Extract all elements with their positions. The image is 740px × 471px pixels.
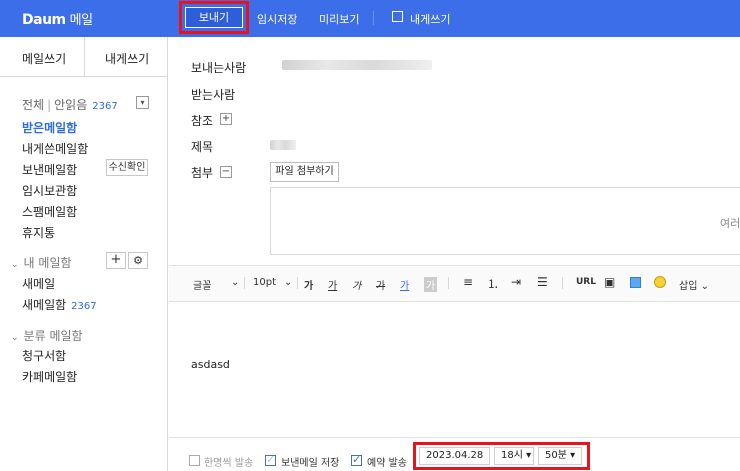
subject-redacted <box>270 140 296 150</box>
caret-down-icon: ▾ <box>522 450 532 461</box>
align-left-icon[interactable]: ≡ <box>463 275 473 289</box>
font-color-icon[interactable]: 가 <box>400 277 409 292</box>
my-mailbox-title: 내 메일함 <box>23 256 72 270</box>
attachment-drop-area[interactable] <box>270 187 740 255</box>
table-icon[interactable] <box>630 277 641 288</box>
editor-body[interactable] <box>169 303 740 436</box>
font-size-select[interactable]: 10pt <box>253 277 276 288</box>
tab-write-mail[interactable]: 메일쓰기 <box>22 50 66 67</box>
hour-value: 18시 <box>501 450 523 461</box>
body-text: asdasd <box>191 358 230 371</box>
chevron-down-icon[interactable]: ⌄ <box>284 277 292 288</box>
preview-button[interactable]: 미리보기 <box>319 11 359 27</box>
collapse-icon[interactable]: − <box>220 166 232 178</box>
strikethrough-icon[interactable]: 가 <box>376 277 385 292</box>
minute-value: 50분 <box>545 450 567 461</box>
save-draft-button[interactable]: 임시저장 <box>257 11 297 27</box>
filter-row: 전체 | 안읽음 2367 <box>22 96 118 113</box>
sidebar-item-inbox[interactable]: 받은메일함 <box>22 119 77 136</box>
self-write-label[interactable]: 내게쓰기 <box>410 11 450 27</box>
cc-input[interactable] <box>270 107 740 131</box>
top-bar: Daum 메일 <box>0 0 740 37</box>
filter-unread[interactable]: 안읽음 <box>54 98 87 112</box>
bold-icon[interactable]: 가 <box>304 277 313 292</box>
minute-select[interactable]: 50분 ▾ <box>538 447 582 465</box>
attach-file-button[interactable]: 파일 첨부하기 <box>270 162 339 182</box>
sidebar-item-bills[interactable]: 청구서함 <box>22 347 66 364</box>
ordered-list-icon[interactable]: ⒈ <box>487 275 499 292</box>
caret-down-icon: ▾ <box>566 450 576 461</box>
caret-down-icon: ⌄ <box>11 333 19 343</box>
service-name: 메일 <box>69 13 93 28</box>
italic-icon[interactable]: 가 <box>352 277 361 292</box>
sidebar-item-trash[interactable]: 휴지통 <box>22 224 55 241</box>
insert-label: 삽입 <box>679 281 698 292</box>
sidebar-tabs: 메일쓰기 내게쓰기 <box>0 37 167 77</box>
save-sent-label[interactable]: 보낸메일 저장 <box>281 454 339 469</box>
underline-icon[interactable]: 가 <box>328 277 337 292</box>
cc-expand-icon[interactable]: + <box>220 113 232 125</box>
read-receipt-button[interactable]: 수신확인 <box>106 159 148 176</box>
subject-input[interactable] <box>300 133 740 157</box>
add-mailbox-icon[interactable]: + <box>106 252 126 269</box>
individual-send-checkbox[interactable] <box>189 455 200 466</box>
sidebar-item-new-mailbox[interactable]: 새메일함 2367 <box>22 296 97 313</box>
sidebar-item-self-sent[interactable]: 내게쓴메일함 <box>22 140 88 157</box>
self-write-checkbox[interactable] <box>392 11 403 22</box>
attach-label: 첨부 <box>191 166 214 180</box>
horizontal-rule-icon[interactable]: ☰ <box>537 275 548 289</box>
caret-down-icon: ⌄ <box>11 260 19 270</box>
category-mailbox-title: 분류 메일함 <box>23 329 83 343</box>
send-button[interactable]: 보내기 <box>185 7 243 28</box>
tab-divider <box>84 37 85 77</box>
new-mailbox-label: 새메일함 <box>22 298 67 312</box>
sidebar-item-new-mail[interactable]: 새메일 <box>22 275 55 292</box>
toolbar-separator <box>244 277 245 289</box>
sender-address-redacted <box>282 60 432 70</box>
send-highlight-box: 보내기 <box>179 1 249 34</box>
to-input[interactable] <box>270 80 740 104</box>
to-label: 받는사람 <box>191 88 236 102</box>
reserve-send-checkbox[interactable] <box>351 453 362 466</box>
chevron-down-icon[interactable]: ▾ <box>136 96 149 109</box>
toolbar-separator <box>448 277 449 289</box>
sidebar-item-spam[interactable]: 스팸메일함 <box>22 203 77 220</box>
reserve-send-label[interactable]: 예약 발송 <box>367 454 407 469</box>
toolbar-separator <box>297 277 298 289</box>
filter-separator: | <box>47 98 52 112</box>
from-label: 보내는사람 <box>191 61 247 75</box>
sidebar-item-drafts[interactable]: 임시보관함 <box>22 182 77 199</box>
font-select[interactable]: 글꼴 <box>193 277 211 292</box>
unread-count: 2367 <box>92 101 118 112</box>
new-mailbox-count: 2367 <box>71 301 97 312</box>
logo-text: Daum <box>22 12 66 28</box>
image-icon[interactable]: ▣ <box>604 275 615 289</box>
gear-icon[interactable]: ⚙ <box>128 252 148 269</box>
indent-icon[interactable]: ⇥ <box>511 275 521 289</box>
highlight-color-icon[interactable]: 가 <box>424 277 438 292</box>
tab-self-write[interactable]: 내게쓰기 <box>105 50 149 67</box>
emoji-icon[interactable] <box>654 276 666 288</box>
toolbar-divider <box>373 11 374 25</box>
my-mailbox-header[interactable]: ⌄ 내 메일함 <box>11 254 72 271</box>
chevron-down-icon: ⌄ <box>697 281 709 292</box>
url-link-button[interactable]: URL <box>576 277 596 287</box>
individual-send-label[interactable]: 한명씩 발송 <box>204 454 253 469</box>
insert-menu[interactable]: 삽입 ⌄ <box>679 277 709 292</box>
date-picker[interactable]: 2023.04.28 <box>419 447 490 465</box>
cc-label: 참조 <box>191 114 214 128</box>
schedule-highlight-box: 2023.04.28 18시 ▾ 50분 ▾ <box>413 442 590 470</box>
sidebar-item-cafe-mail[interactable]: 카페메일함 <box>22 368 77 385</box>
daum-mail-logo[interactable]: Daum 메일 <box>22 9 93 28</box>
hour-select[interactable]: 18시 ▾ <box>494 447 534 465</box>
attachment-hint: 여러 <box>720 217 740 230</box>
category-mailbox-header[interactable]: ⌄ 분류 메일함 <box>11 327 83 344</box>
subject-label: 제목 <box>191 140 214 154</box>
sidebar-item-sent[interactable]: 보낸메일함 <box>22 161 77 178</box>
save-sent-checkbox[interactable] <box>265 453 276 466</box>
chevron-down-icon[interactable]: ⌄ <box>231 277 239 288</box>
filter-all[interactable]: 전체 <box>22 98 44 112</box>
toolbar-separator <box>562 277 563 289</box>
